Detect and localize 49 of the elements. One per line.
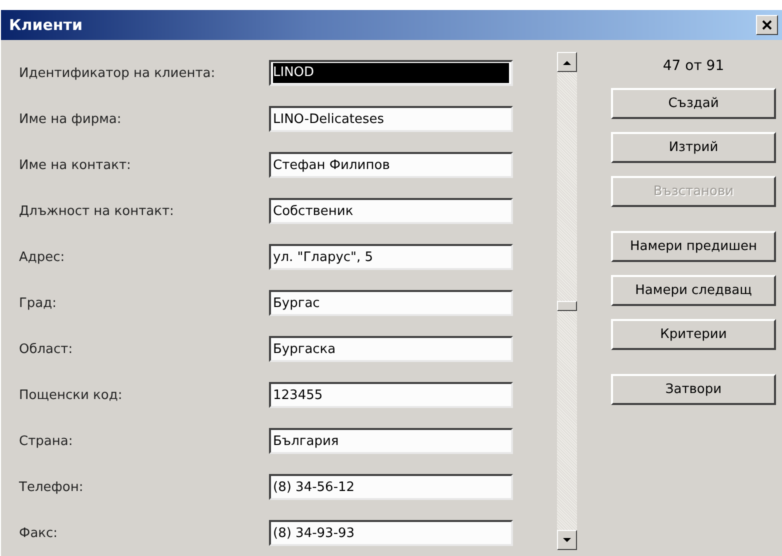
scroll-down-button[interactable] [557,530,577,550]
close-icon [762,20,772,30]
record-counter: 47 от 91 [662,58,724,74]
scroll-up-button[interactable] [557,52,577,72]
input-field[interactable]: (8) 34-56-12 [269,474,513,500]
input-field[interactable]: Собственик [269,198,513,224]
field-label: Факс: [19,526,59,540]
window-title: Клиенти [9,16,82,34]
field-label: Име на контакт: [19,158,132,172]
field-value: Собственик [273,204,354,218]
action-button[interactable]: Критерии [611,319,776,350]
field-value: LINOD [273,63,509,83]
field-label: Име на фирма: [19,112,122,126]
field-label: Страна: [19,434,74,448]
field-label: Град: [19,296,58,310]
field-label: Идентификатор на клиента: [19,66,216,80]
field-label: Пощенски код: [19,388,124,402]
field-label: Длъжност на контакт: [19,204,175,218]
field-value: Бургаска [273,342,336,356]
input-field[interactable]: Бургас [269,290,513,316]
action-button[interactable]: Намери предишен [611,231,776,262]
field-value: (8) 34-93-93 [273,526,355,540]
input-field[interactable]: ул. "Гларус", 5 [269,244,513,270]
action-button[interactable]: Намери следващ [611,275,776,306]
field-value: (8) 34-56-12 [273,480,355,494]
down-arrow-icon [563,538,571,542]
field-value: LINO-Delicateses [273,112,384,126]
input-field[interactable]: (8) 34-93-93 [269,520,513,546]
field-value: ул. "Гларус", 5 [273,250,374,264]
field-value: Стефан Филипов [273,158,390,172]
input-field[interactable]: LINOD [269,60,513,86]
input-field[interactable]: LINO-Delicateses [269,106,513,132]
input-field[interactable]: България [269,428,513,454]
action-button[interactable]: Изтрий [611,132,776,163]
field-label: Телефон: [19,480,84,494]
input-field[interactable]: 123455 [269,382,513,408]
field-label: Адрес: [19,250,66,264]
field-value: Бургас [273,296,320,310]
close-button[interactable] [756,15,778,35]
input-field[interactable]: Стефан Филипов [269,152,513,178]
field-value: България [273,434,339,448]
action-button[interactable]: Затвори [611,374,776,405]
scrollbar-thumb[interactable] [557,301,577,311]
field-label: Област: [19,342,74,356]
input-field[interactable]: Бургаска [269,336,513,362]
up-arrow-icon [563,60,571,64]
scrollbar[interactable] [557,52,577,550]
action-button[interactable]: Създай [611,88,776,119]
field-value: 123455 [273,388,323,402]
